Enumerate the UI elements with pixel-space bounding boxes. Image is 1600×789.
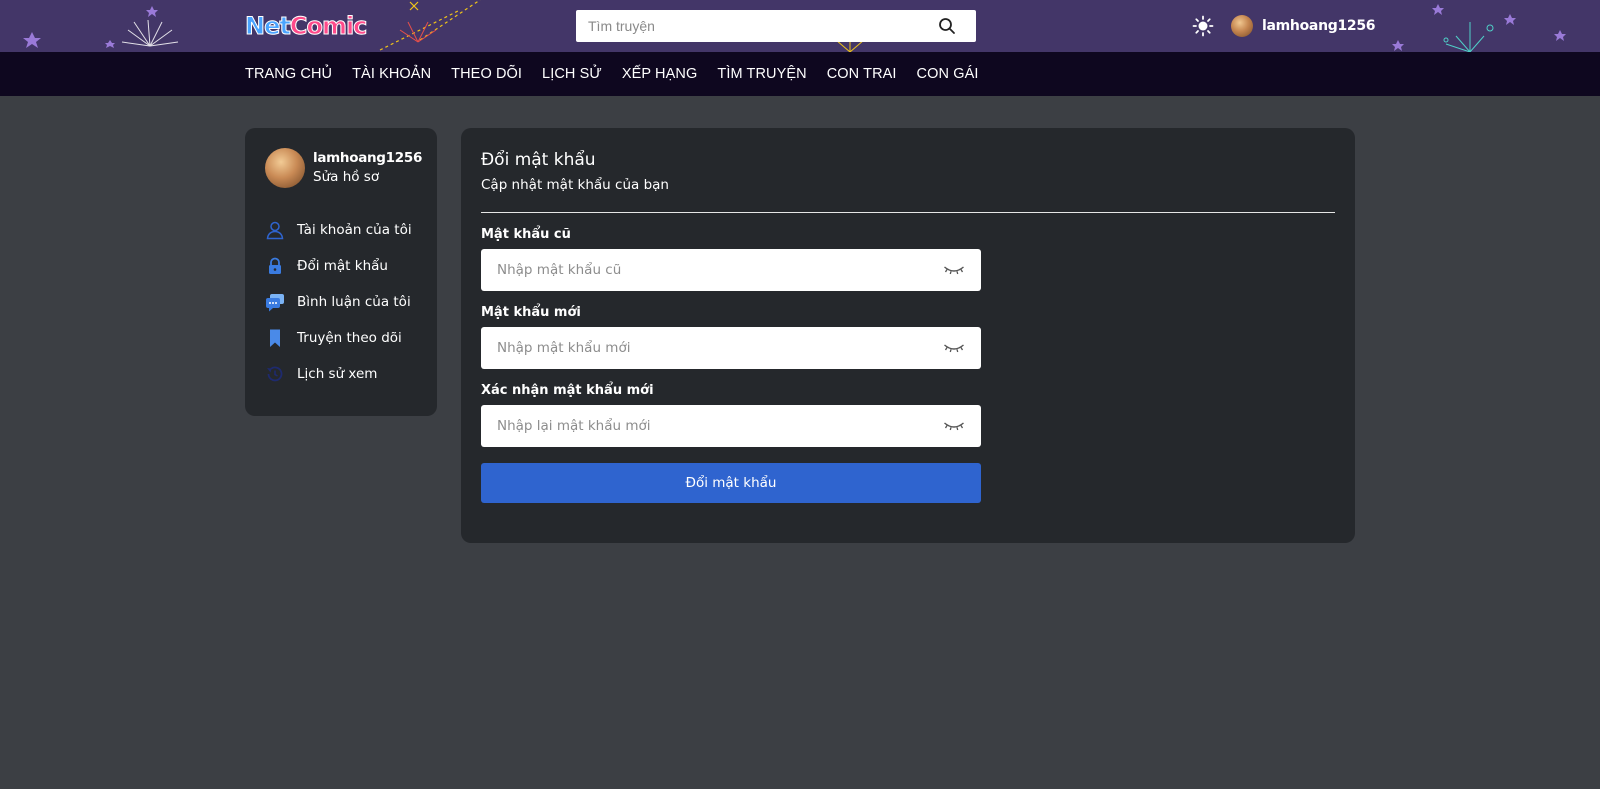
sidebar-item-label: Lịch sử xem xyxy=(297,366,378,382)
new-password-input[interactable] xyxy=(481,328,921,368)
main-nav: TRANG CHỦ TÀI KHOẢN THEO DÕI LỊCH SỬ XẾP… xyxy=(0,52,1600,96)
sidebar-username: lamhoang1256 xyxy=(313,150,423,166)
edit-profile-link[interactable]: Sửa hồ sơ xyxy=(313,168,422,187)
sidebar-item-label: Bình luận của tôi xyxy=(297,294,411,310)
search-input[interactable] xyxy=(576,11,916,41)
page-subtitle: Cập nhật mật khẩu của bạn xyxy=(481,177,669,193)
confirm-password-field xyxy=(481,405,981,447)
avatar xyxy=(1231,15,1253,37)
sidebar-item-my-account[interactable]: Tài khoản của tôi xyxy=(265,212,412,248)
page-title: Đổi mật khẩu xyxy=(481,150,596,170)
search-icon[interactable] xyxy=(938,17,956,35)
logo-part-net: Net xyxy=(245,12,292,41)
logo-part-comic: Comic xyxy=(289,12,368,41)
nav-item-boys[interactable]: CON TRAI xyxy=(827,66,897,82)
old-password-label: Mật khẩu cũ xyxy=(481,227,571,242)
netcomic-logo[interactable]: NetComic xyxy=(245,9,368,43)
nav-item-search[interactable]: TÌM TRUYỆN xyxy=(717,66,806,82)
old-password-field xyxy=(481,249,981,291)
sidebar-item-label: Truyện theo dõi xyxy=(297,330,402,346)
profile-summary: lamhoang1256 Sửa hồ sơ xyxy=(265,148,422,188)
nav-item-following[interactable]: THEO DÕI xyxy=(451,66,522,82)
nav-item-account[interactable]: TÀI KHOẢN xyxy=(352,66,431,82)
sidebar-item-change-password[interactable]: Đổi mật khẩu xyxy=(265,248,412,284)
history-icon xyxy=(265,364,285,384)
confirm-password-input[interactable] xyxy=(481,406,921,446)
account-sidebar: lamhoang1256 Sửa hồ sơ Tài khoản của tôi… xyxy=(245,128,437,416)
bookmark-icon xyxy=(265,328,285,348)
eye-closed-icon[interactable] xyxy=(943,261,965,279)
nav-item-ranking[interactable]: XẾP HẠNG xyxy=(622,66,697,82)
eye-closed-icon[interactable] xyxy=(943,417,965,435)
confirm-password-label: Xác nhận mật khẩu mới xyxy=(481,383,654,398)
nav-item-history[interactable]: LỊCH SỬ xyxy=(542,66,602,82)
new-password-label: Mật khẩu mới xyxy=(481,305,581,320)
top-header: NetComic lamhoang1256 xyxy=(0,0,1600,52)
old-password-input[interactable] xyxy=(481,250,921,290)
comment-icon xyxy=(265,292,285,312)
divider xyxy=(481,212,1335,213)
search-bar xyxy=(576,10,976,42)
avatar xyxy=(265,148,305,188)
sidebar-item-followed-comics[interactable]: Truyện theo dõi xyxy=(265,320,412,356)
sidebar-item-my-comments[interactable]: Bình luận của tôi xyxy=(265,284,412,320)
nav-item-girls[interactable]: CON GÁI xyxy=(917,66,979,82)
eye-closed-icon[interactable] xyxy=(943,339,965,357)
new-password-field xyxy=(481,327,981,369)
sun-icon[interactable] xyxy=(1192,15,1214,37)
sidebar-item-watch-history[interactable]: Lịch sử xem xyxy=(265,356,412,392)
sidebar-item-label: Tài khoản của tôi xyxy=(297,222,412,238)
change-password-card: Đổi mật khẩu Cập nhật mật khẩu của bạn M… xyxy=(461,128,1355,543)
user-icon xyxy=(265,220,285,240)
lock-icon xyxy=(265,256,285,276)
user-menu[interactable]: lamhoang1256 xyxy=(1231,15,1376,37)
sidebar-item-label: Đổi mật khẩu xyxy=(297,258,388,274)
change-password-button[interactable]: Đổi mật khẩu xyxy=(481,463,981,503)
nav-item-home[interactable]: TRANG CHỦ xyxy=(245,66,332,82)
header-username: lamhoang1256 xyxy=(1262,18,1376,34)
